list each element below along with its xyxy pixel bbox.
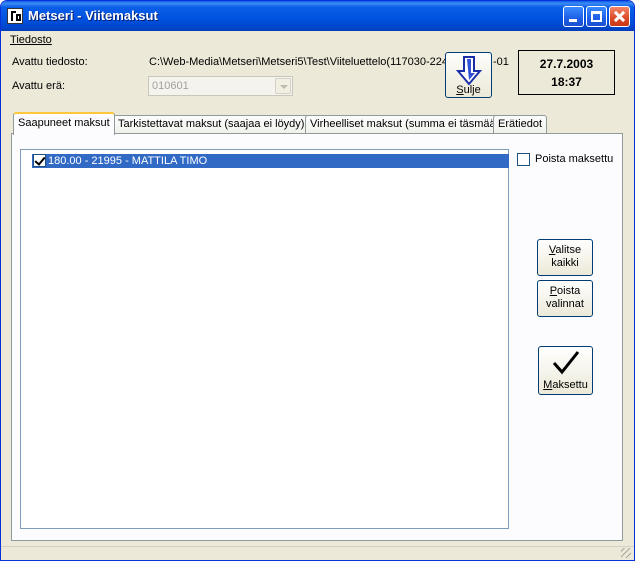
remove-paid-label: Poista maksettu [535, 153, 614, 165]
select-all-button[interactable]: Valitse kaikki [537, 239, 593, 276]
minimize-icon [569, 19, 577, 22]
paid-button[interactable]: Maksettu [538, 346, 593, 395]
menu-item-file[interactable]: Tiedosto [10, 34, 52, 46]
payment-text: 180.00 - 21995 - MATTILA TIMO [48, 155, 208, 167]
down-arrow-icon [456, 56, 482, 86]
tab-batch-info[interactable]: Erätiedot [493, 115, 548, 134]
payments-list[interactable]: 180.00 - 21995 - MATTILA TIMO [20, 149, 509, 529]
minimize-button[interactable] [563, 6, 584, 27]
current-date: 27.7.2003 [539, 57, 594, 71]
tab-strip: Saapuneet maksut Tarkistettavat maksut (… [1, 112, 634, 135]
payment-checkbox[interactable] [33, 154, 46, 167]
current-time: 18:37 [551, 75, 582, 89]
close-window-button[interactable] [609, 6, 630, 27]
tab-payments-to-check[interactable]: Tarkistettavat maksut (saajaa ei löydy) [113, 115, 310, 134]
chevron-down-icon[interactable] [275, 78, 291, 94]
close-button[interactable]: Sulje [445, 52, 492, 98]
tab-invalid-payments[interactable]: Virheelliset maksut (summa ei täsmää) [305, 115, 505, 134]
menu-bar: Tiedosto [1, 31, 634, 49]
opened-file-label: Avattu tiedosto: [12, 56, 88, 68]
list-item[interactable]: 180.00 - 21995 - MATTILA TIMO [32, 154, 509, 168]
resize-grip[interactable] [621, 548, 631, 558]
datetime-display: 27.7.2003 18:37 [518, 50, 615, 95]
paid-button-label: Maksettu [543, 379, 588, 391]
title-bar[interactable]: Metseri - Viitemaksut [1, 1, 634, 31]
status-bar [1, 546, 634, 560]
tab-incoming-payments[interactable]: Saapuneet maksut [13, 112, 115, 135]
app-window: Metseri - Viitemaksut Tiedosto Avattu ti… [0, 0, 635, 561]
opened-file-suffix: -01 [493, 56, 509, 68]
maximize-icon [591, 11, 602, 22]
clear-selection-button[interactable]: Poista valinnat [537, 280, 593, 317]
close-icon [610, 7, 629, 26]
batch-select[interactable]: 010601 [148, 76, 293, 96]
close-button-label: Sulje [456, 84, 481, 96]
remove-paid-checkbox[interactable] [517, 153, 530, 166]
window-title: Metseri - Viitemaksut [28, 8, 158, 23]
checkmark-icon [552, 351, 580, 375]
batch-select-value: 010601 [152, 80, 189, 92]
app-icon[interactable] [7, 8, 23, 24]
opened-batch-label: Avattu erä: [12, 80, 65, 92]
maximize-button[interactable] [586, 6, 607, 27]
